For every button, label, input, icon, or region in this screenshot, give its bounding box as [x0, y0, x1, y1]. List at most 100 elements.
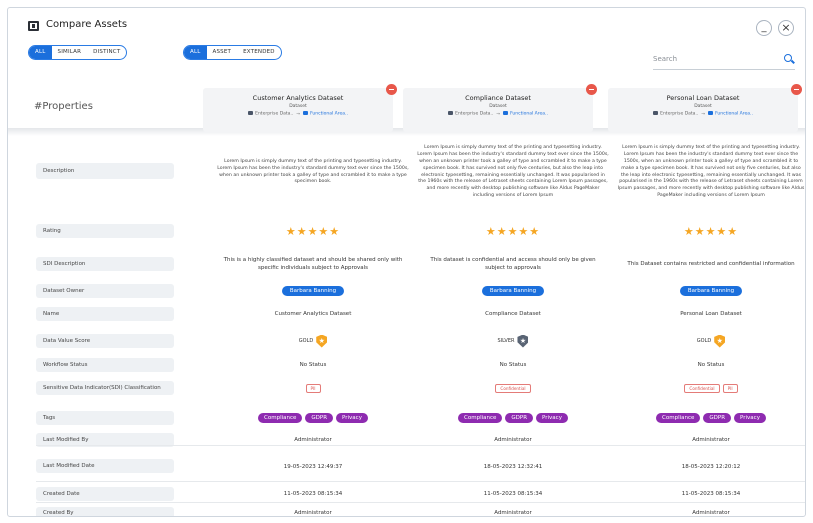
arrow-right-icon: →	[296, 111, 301, 117]
row-divider	[36, 481, 805, 482]
folder-icon	[448, 111, 454, 115]
filter-similar[interactable]: SIMILAR	[52, 46, 88, 59]
sdi-tag: Confidential	[495, 383, 531, 393]
tag-chip[interactable]: GDPR	[505, 413, 534, 423]
row-label-dataset-owner: Dataset Owner	[36, 284, 174, 298]
breadcrumb-leaf[interactable]: Functional Area..	[715, 112, 753, 117]
name-cell: Compliance Dataset	[485, 311, 541, 317]
remove-asset-button[interactable]	[386, 84, 397, 95]
score-word: SILVER	[497, 338, 515, 344]
breadcrumb-root[interactable]: Enterprise Data..	[255, 112, 293, 117]
sdi-tag: Confidential	[684, 383, 720, 393]
breadcrumb-root[interactable]: Enterprise Data..	[660, 112, 698, 117]
tag-chip[interactable]: Compliance	[258, 413, 303, 423]
breadcrumb-leaf[interactable]: Functional Area..	[310, 112, 348, 117]
breadcrumb-leaf[interactable]: Functional Area..	[510, 112, 548, 117]
created-by-cell: Administrator	[692, 510, 730, 516]
row-label-sdi-classification: Sensitive Data Indicator(SDI) Classifica…	[36, 381, 174, 395]
folder-icon	[248, 111, 254, 115]
sdi-description-text: This dataset is confidential and access …	[430, 257, 596, 271]
description-text: Lorem Ipsum is simply dummy text of the …	[417, 144, 609, 199]
folder-icon	[708, 111, 714, 115]
tag-chip[interactable]: Privacy	[536, 413, 568, 423]
search-placeholder: Search	[653, 55, 678, 63]
created-date-cell: 11-05-2023 08:15:34	[681, 491, 741, 497]
type-filter: ALL ASSET EXTENDED	[183, 45, 282, 60]
asset-type: Dataset	[289, 104, 307, 109]
compare-assets-dialog: Compare Assets _ × ALL SIMILAR DISTINCT …	[7, 7, 806, 517]
breadcrumb-root[interactable]: Enterprise Data..	[455, 112, 493, 117]
breadcrumb: Enterprise Data.. → Functional Area..	[608, 111, 798, 117]
created-by-cell: Administrator	[294, 510, 332, 516]
folder-icon	[303, 111, 309, 115]
rating-stars: ★★★★★	[485, 224, 541, 238]
created-date-cell: 11-05-2023 08:15:34	[483, 491, 543, 497]
description-cell: Lorem Ipsum is simply dummy text of the …	[613, 135, 805, 210]
sdi-tag: PII	[305, 383, 321, 393]
sdi-description-cell: This Dataset contains restricted and con…	[613, 252, 805, 276]
folder-icon	[653, 111, 659, 115]
row-label-created-by: Created By	[36, 507, 174, 516]
arrow-right-icon: →	[496, 111, 501, 117]
asset-name: Personal Loan Dataset	[666, 94, 740, 102]
owner-chip[interactable]: Barbara Banning	[481, 286, 545, 296]
remove-asset-button[interactable]	[791, 84, 802, 95]
row-divider	[36, 502, 805, 503]
remove-asset-button[interactable]	[586, 84, 597, 95]
arrow-right-icon: →	[701, 111, 706, 117]
owner-chip[interactable]: Barbara Banning	[679, 286, 743, 296]
rating-cell: ★★★★★	[413, 224, 613, 238]
search-input[interactable]: Search	[653, 50, 795, 70]
close-button[interactable]: ×	[778, 20, 794, 36]
name-cell: Customer Analytics Dataset	[274, 311, 352, 317]
workflow-cell: No Status	[499, 362, 527, 368]
sdi-description-cell: This is a highly classified dataset and …	[213, 252, 413, 276]
rating-stars: ★★★★★	[285, 224, 341, 238]
tag-chip[interactable]: Compliance	[458, 413, 503, 423]
dvs-cell: SILVER ★	[413, 332, 613, 350]
silver-badge-icon: ★	[517, 334, 529, 348]
sdi-description-text: This is a highly classified dataset and …	[223, 257, 403, 271]
similarity-filter: ALL SIMILAR DISTINCT	[28, 45, 128, 60]
sdi-class-cell: Confidential PII	[613, 381, 805, 395]
row-label-description: Description	[36, 163, 174, 179]
owner-cell: Barbara Banning	[413, 284, 613, 298]
type-asset[interactable]: ASSET	[207, 46, 238, 59]
tag-chip[interactable]: Privacy	[336, 413, 368, 423]
type-extended[interactable]: EXTENDED	[237, 46, 281, 59]
sdi-description-cell: This dataset is confidential and access …	[413, 252, 613, 276]
gold-badge-icon: ★	[316, 334, 328, 348]
asset-card-1: Customer Analytics Dataset Dataset Enter…	[203, 84, 397, 132]
score-word: GOLD	[696, 338, 712, 344]
owner-chip[interactable]: Barbara Banning	[281, 286, 345, 296]
sdi-class-cell: Confidential	[413, 381, 613, 395]
tags-cell: Compliance GDPR Privacy	[213, 410, 413, 426]
row-label-tags: Tags	[36, 411, 174, 425]
tag-chip[interactable]: Compliance	[656, 413, 701, 423]
description-text: Lorem Ipsum is simply dummy text of the …	[217, 158, 409, 185]
type-all[interactable]: ALL	[184, 46, 207, 59]
filter-distinct[interactable]: DISTINCT	[87, 46, 126, 59]
filter-all[interactable]: ALL	[29, 46, 52, 59]
modified-date-cell: 18-05-2023 12:20:12	[681, 464, 741, 470]
description-cell: Lorem Ipsum is simply dummy text of the …	[213, 135, 413, 210]
rating-stars: ★★★★★	[683, 224, 739, 238]
minimize-button[interactable]: _	[756, 20, 772, 36]
search-icon[interactable]	[784, 54, 792, 62]
folder-icon	[503, 111, 509, 115]
row-label-last-modified-date: Last Modified Date	[36, 459, 174, 473]
sdi-description-text: This Dataset contains restricted and con…	[627, 261, 795, 267]
tags-cell: Compliance GDPR Privacy	[413, 410, 613, 426]
title-bar: Compare Assets _ ×	[8, 8, 805, 40]
sdi-tag: PII	[722, 383, 738, 393]
tag-chip[interactable]: Privacy	[734, 413, 766, 423]
gold-badge-icon: ★	[714, 334, 726, 348]
asset-type: Dataset	[694, 104, 712, 109]
asset-type: Dataset	[489, 104, 507, 109]
compare-icon	[28, 21, 39, 31]
modified-date-cell: 19-05-2023 12:49:37	[283, 464, 343, 470]
description-text: Lorem Ipsum is simply dummy text of the …	[617, 144, 805, 199]
tag-chip[interactable]: GDPR	[305, 413, 334, 423]
tag-chip[interactable]: GDPR	[703, 413, 732, 423]
name-cell: Personal Loan Dataset	[680, 311, 742, 317]
